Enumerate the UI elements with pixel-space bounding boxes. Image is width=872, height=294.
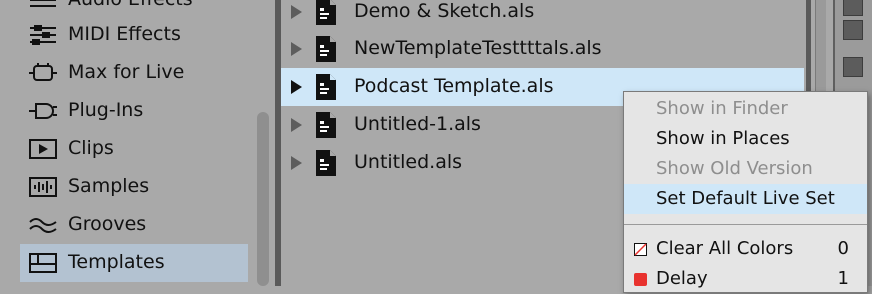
sidebar-item-midi-effects[interactable]: MIDI Effects <box>20 16 248 54</box>
menu-item-label: Delay <box>656 268 708 289</box>
list-item[interactable]: NewTemplateTesttttals.als <box>281 30 804 68</box>
menu-item-label: Clear All Colors <box>656 238 794 259</box>
live-set-file-icon <box>316 0 336 25</box>
live-set-file-icon <box>316 150 336 176</box>
templates-icon <box>29 253 57 273</box>
sidebar-item-max-for-live[interactable]: Max for Live <box>20 54 248 92</box>
menu-item-show-in-places[interactable]: Show in Places <box>624 124 867 154</box>
menu-item-show-old-version: Show Old Version <box>624 154 867 184</box>
sidebar-item-label: Max for Live <box>68 61 185 83</box>
sidebar-item-templates[interactable]: Templates <box>20 244 248 282</box>
live-set-file-icon <box>316 74 336 100</box>
menu-item-label: Show in Places <box>656 128 790 149</box>
square-toggle-button[interactable] <box>843 20 863 40</box>
file-name: Untitled-1.als <box>354 113 481 135</box>
expand-arrow-icon[interactable] <box>291 80 302 94</box>
sidebar-item-label: Clips <box>68 137 114 159</box>
menu-item-clear-all-colors[interactable]: Clear All Colors 0 <box>624 234 867 264</box>
clips-icon <box>29 139 57 159</box>
menu-item-delay[interactable]: Delay 1 <box>624 264 867 294</box>
file-name: Untitled.als <box>354 151 463 173</box>
menu-item-shortcut: 0 <box>837 238 849 259</box>
sidebar-scrollbar-thumb[interactable] <box>257 112 269 286</box>
expand-arrow-icon[interactable] <box>291 5 302 19</box>
audio-effects-icon <box>30 0 56 7</box>
live-set-file-icon <box>316 36 336 62</box>
sidebar-item-label: Plug-Ins <box>68 99 144 121</box>
sidebar-item-label: Templates <box>68 251 165 273</box>
sidebar-item-label: Samples <box>68 175 150 197</box>
file-name: Podcast Template.als <box>354 75 554 97</box>
sidebar-item-label: MIDI Effects <box>68 23 181 45</box>
samples-icon <box>29 177 57 197</box>
sidebar-item-label: Audio Effects <box>68 0 193 11</box>
sidebar-item-plug-ins[interactable]: Plug-Ins <box>20 92 248 130</box>
context-menu: Show in Finder Show in Places Show Old V… <box>623 91 868 293</box>
expand-arrow-icon[interactable] <box>291 118 302 132</box>
menu-item-label: Set Default Live Set <box>656 188 835 209</box>
sidebar-item-grooves[interactable]: Grooves <box>20 206 248 244</box>
red-color-swatch-icon <box>634 273 647 286</box>
expand-arrow-icon[interactable] <box>291 156 302 170</box>
max-for-live-icon <box>29 63 57 81</box>
menu-item-label: Show in Finder <box>656 98 788 119</box>
plug-ins-icon <box>29 103 57 119</box>
midi-effects-icon <box>30 25 56 45</box>
sidebar-item-samples[interactable]: Samples <box>20 168 248 206</box>
sidebar-item-clips[interactable]: Clips <box>20 130 248 168</box>
square-toggle-button[interactable] <box>843 0 863 16</box>
clear-color-swatch-icon <box>634 243 647 256</box>
file-name: Demo & Sketch.als <box>354 0 535 22</box>
live-set-file-icon <box>316 112 336 138</box>
square-toggle-button[interactable] <box>843 57 863 77</box>
menu-item-label: Show Old Version <box>656 158 813 179</box>
list-item[interactable]: Demo & Sketch.als <box>281 0 804 31</box>
menu-item-show-in-finder: Show in Finder <box>624 94 867 124</box>
file-name: NewTemplateTesttttals.als <box>354 37 602 59</box>
grooves-icon <box>29 218 57 233</box>
sidebar-item-label: Grooves <box>68 213 147 235</box>
browser-sidebar: Audio Effects MIDI Effects Max for Live <box>0 0 276 286</box>
menu-separator <box>624 224 867 225</box>
expand-arrow-icon[interactable] <box>291 42 302 56</box>
menu-item-set-default-live-set[interactable]: Set Default Live Set <box>624 184 867 214</box>
menu-item-shortcut: 1 <box>837 268 849 289</box>
